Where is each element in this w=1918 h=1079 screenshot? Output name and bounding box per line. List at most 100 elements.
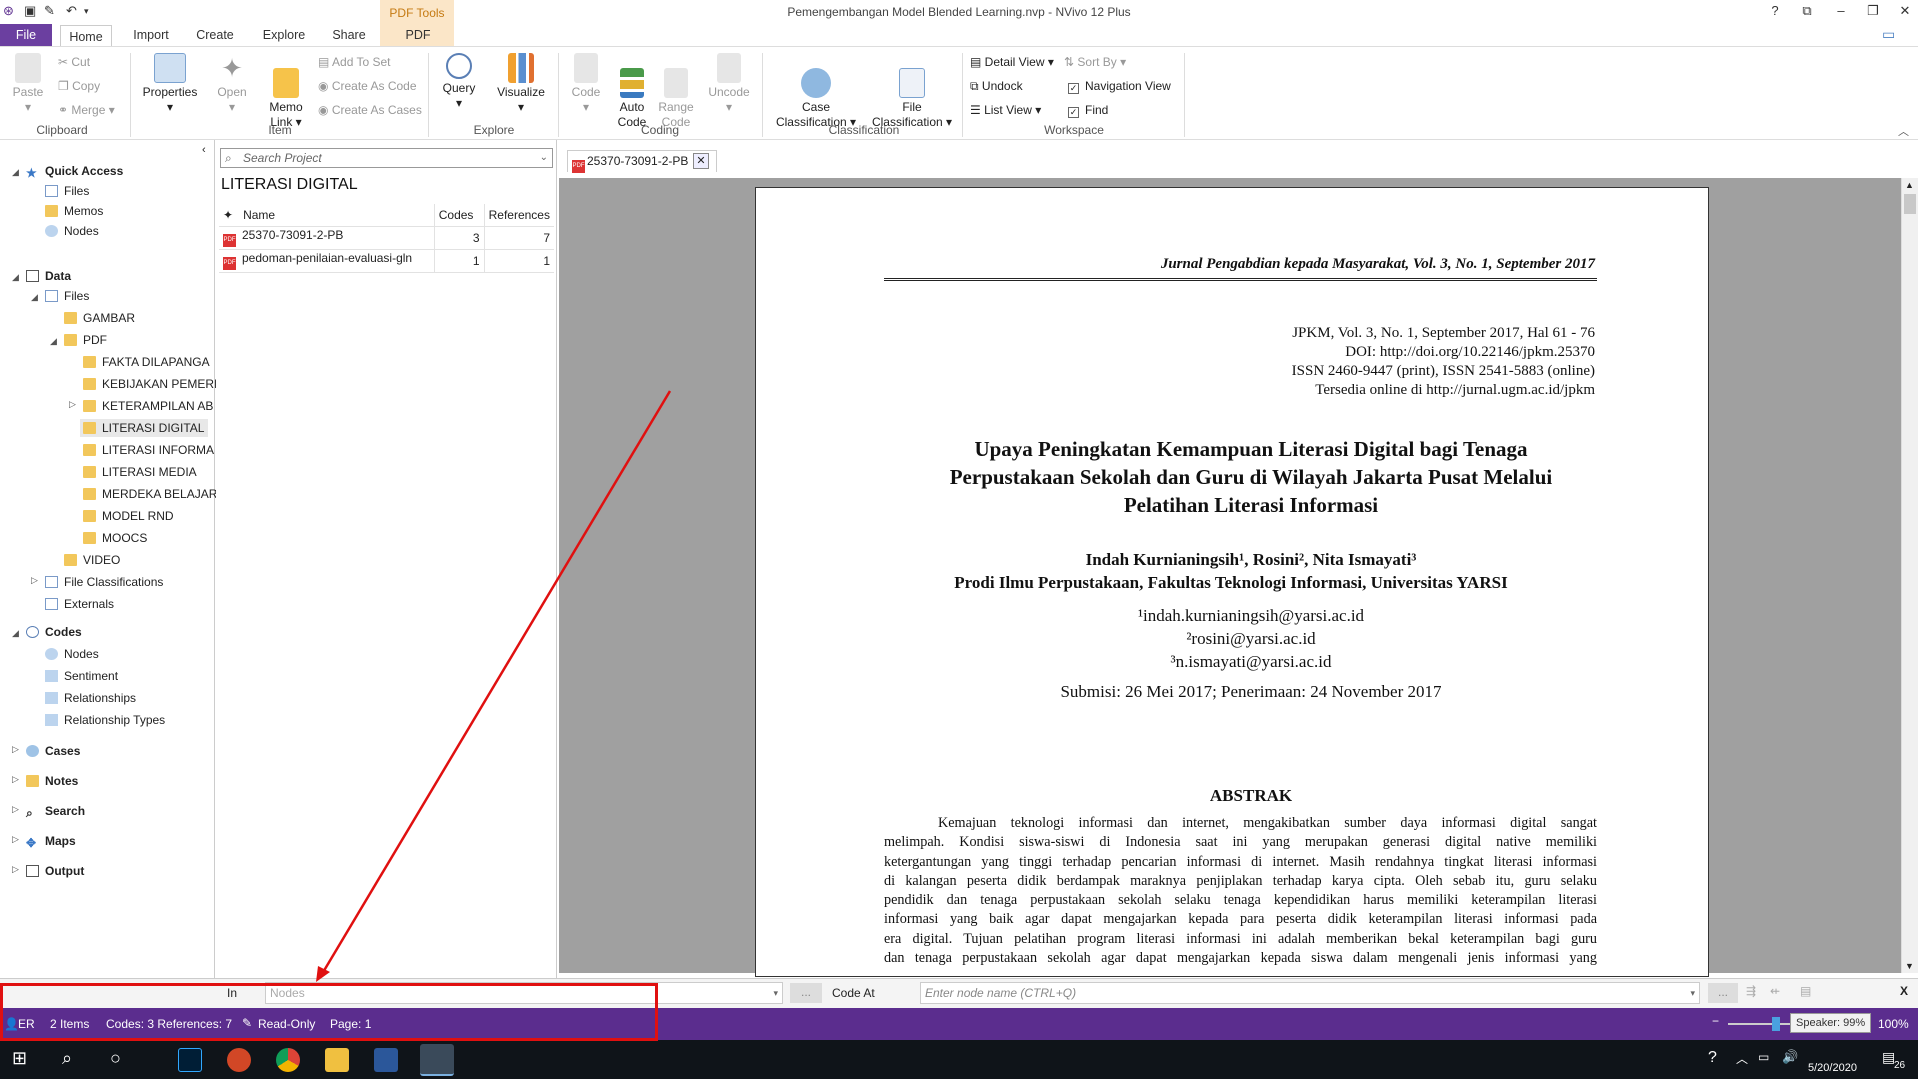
nav-qa-nodes[interactable]: Nodes <box>45 224 99 238</box>
close-button[interactable]: ✕ <box>1894 3 1916 19</box>
collapse-ribbon-icon[interactable]: ︿ <box>1898 123 1909 139</box>
node-name-input[interactable]: Enter node name (CTRL+Q) ▾ <box>920 982 1700 1004</box>
minimize-button[interactable]: – <box>1830 3 1852 18</box>
comment-icon[interactable]: ▭ <box>1882 26 1895 43</box>
paste-button[interactable]: Paste ▾ <box>8 53 48 115</box>
collapsed-icon[interactable]: ▷ <box>69 399 76 410</box>
visualize-button[interactable]: Visualize ▾ <box>492 53 550 115</box>
nav-search[interactable]: ⌕ Search <box>26 804 85 820</box>
search-input[interactable]: ⌕ Search Project ⌄ <box>220 148 553 168</box>
case-classification-button[interactable]: Case Classification ▾ <box>770 53 862 130</box>
memo-link-button[interactable]: Memo Link ▾ <box>262 53 310 130</box>
add-to-set-button[interactable]: ▤ Add To Set <box>318 55 391 69</box>
uncode-selection-icon[interactable]: ⇷ <box>1770 984 1780 998</box>
collapsed-icon[interactable]: ▷ <box>12 804 19 815</box>
chevron-down-icon[interactable]: ▾ <box>773 983 778 1003</box>
expand-icon[interactable]: ◢ <box>12 628 19 639</box>
tab-file[interactable]: File <box>0 24 52 46</box>
copy-button[interactable]: ❐ Copy <box>58 79 100 93</box>
detail-view-button[interactable]: ▤ Detail View ▾ <box>970 55 1054 69</box>
nav-relationships[interactable]: Relationships <box>45 691 136 705</box>
nav-codes[interactable]: Codes <box>26 625 82 639</box>
tab-create[interactable]: Create <box>190 24 240 46</box>
find-checkbox[interactable]: ✓ Find <box>1068 103 1108 118</box>
nav-quick-access[interactable]: ★ Quick Access <box>26 164 123 180</box>
navigation-view-checkbox[interactable]: ✓ Navigation View <box>1068 79 1171 94</box>
speaker-icon[interactable]: 🔊 <box>1782 1049 1798 1065</box>
expand-icon[interactable]: ◢ <box>12 167 19 178</box>
nav-externals[interactable]: Externals <box>45 597 114 611</box>
column-name[interactable]: ✦ Name <box>219 204 435 227</box>
scroll-down-icon[interactable]: ▼ <box>1905 961 1914 971</box>
expand-icon[interactable]: ◢ <box>31 292 38 303</box>
scroll-thumb[interactable] <box>1904 194 1916 214</box>
browse-node-button[interactable]: ... <box>1708 983 1738 1003</box>
nav-relationship-types[interactable]: Relationship Types <box>45 713 165 727</box>
tab-share[interactable]: Share <box>324 24 374 46</box>
zoom-thumb[interactable] <box>1772 1017 1780 1031</box>
nav-data[interactable]: Data <box>26 269 71 283</box>
nav-files[interactable]: Files <box>45 289 89 303</box>
nav-folder-pdf[interactable]: PDF <box>64 333 107 347</box>
nav-folder[interactable]: MERDEKA BELAJAR <box>83 487 217 501</box>
nav-folder[interactable]: FAKTA DILAPANGA <box>83 355 210 369</box>
maximize-button[interactable]: ❐ <box>1862 3 1884 19</box>
create-as-code-button[interactable]: ◉ Create As Code <box>318 79 417 93</box>
collapsed-icon[interactable]: ▷ <box>12 864 19 875</box>
document-vscrollbar[interactable]: ▲ ▼ <box>1901 178 1918 973</box>
scroll-up-icon[interactable]: ▲ <box>1905 180 1914 190</box>
search-icon[interactable]: ⌕ <box>62 1048 72 1069</box>
sort-by-button[interactable]: ⇅ Sort By ▾ <box>1064 55 1126 69</box>
tab-explore[interactable]: Explore <box>258 24 310 46</box>
column-codes[interactable]: Codes <box>434 204 485 227</box>
nav-output[interactable]: Output <box>26 864 84 878</box>
collapsed-icon[interactable]: ▷ <box>12 774 19 785</box>
file-explorer-icon[interactable] <box>325 1048 349 1072</box>
collapsed-icon[interactable]: ▷ <box>31 575 38 586</box>
nav-qa-memos[interactable]: Memos <box>45 204 103 218</box>
auto-code-button[interactable]: Auto Code <box>612 53 652 130</box>
code-selection-icon[interactable]: ⇶ <box>1746 984 1756 998</box>
help-icon[interactable]: ? <box>1708 1049 1717 1067</box>
nav-folder[interactable]: LITERASI INFORMA <box>83 443 214 457</box>
undock-button[interactable]: ⧉ Undock <box>970 79 1023 93</box>
nav-folder-selected[interactable]: LITERASI DIGITAL <box>80 419 209 437</box>
nav-folder[interactable]: KEBIJAKAN PEMERI <box>83 377 217 391</box>
nav-folder[interactable]: MOOCS <box>83 531 147 545</box>
collapsed-icon[interactable]: ▷ <box>12 744 19 755</box>
query-button[interactable]: Query ▾ <box>436 53 482 111</box>
cortana-icon[interactable]: ○ <box>110 1048 121 1069</box>
close-coding-bar-button[interactable]: X <box>1900 984 1908 998</box>
tab-import[interactable]: Import <box>126 24 176 46</box>
coding-options-icon[interactable]: ▤ <box>1800 984 1811 998</box>
nav-folder[interactable]: MODEL RND <box>83 509 174 523</box>
column-references[interactable]: References <box>484 204 554 227</box>
windows-start-icon[interactable]: ⊞ <box>12 1048 27 1069</box>
collapse-nav-icon[interactable]: ‹ <box>202 144 206 156</box>
nvivo-taskbar-icon[interactable] <box>420 1044 454 1076</box>
browse-button[interactable]: ... <box>790 983 822 1003</box>
open-button[interactable]: ✦ Open ▾ <box>210 53 254 115</box>
nav-sentiment[interactable]: Sentiment <box>45 669 118 683</box>
tray-arrow-icon[interactable]: ︿ <box>1736 1050 1748 1067</box>
merge-button[interactable]: ⚭ Merge ▾ <box>58 103 115 117</box>
close-tab-icon[interactable]: ✕ <box>693 153 709 169</box>
nav-qa-files[interactable]: Files <box>45 184 89 198</box>
create-as-cases-button[interactable]: ◉ Create As Cases <box>318 103 422 117</box>
nav-folder[interactable]: KETERAMPILAN AB <box>83 399 213 413</box>
chevron-down-icon[interactable]: ▾ <box>1690 983 1695 1003</box>
zoom-out-icon[interactable]: − <box>1712 1014 1719 1028</box>
nav-notes[interactable]: Notes <box>26 774 78 788</box>
uncode-button[interactable]: Uncode ▾ <box>704 53 754 115</box>
nav-file-classifications[interactable]: File Classifications <box>45 575 163 589</box>
network-icon[interactable]: ▭ <box>1758 1050 1769 1064</box>
table-row[interactable]: PDF 25370-73091-2-PB 3 7 <box>219 226 554 250</box>
expand-icon[interactable]: ◢ <box>12 272 19 283</box>
nav-cases[interactable]: Cases <box>26 744 80 758</box>
chrome-icon[interactable] <box>276 1048 300 1072</box>
tab-home[interactable]: Home <box>60 25 112 47</box>
nav-codes-nodes[interactable]: Nodes <box>45 647 99 661</box>
table-row[interactable]: PDF pedoman-penilaian-evaluasi-gln 1 1 <box>219 249 554 273</box>
chevron-down-icon[interactable]: ⌄ <box>540 149 548 167</box>
file-classification-button[interactable]: File Classification ▾ <box>866 53 958 130</box>
